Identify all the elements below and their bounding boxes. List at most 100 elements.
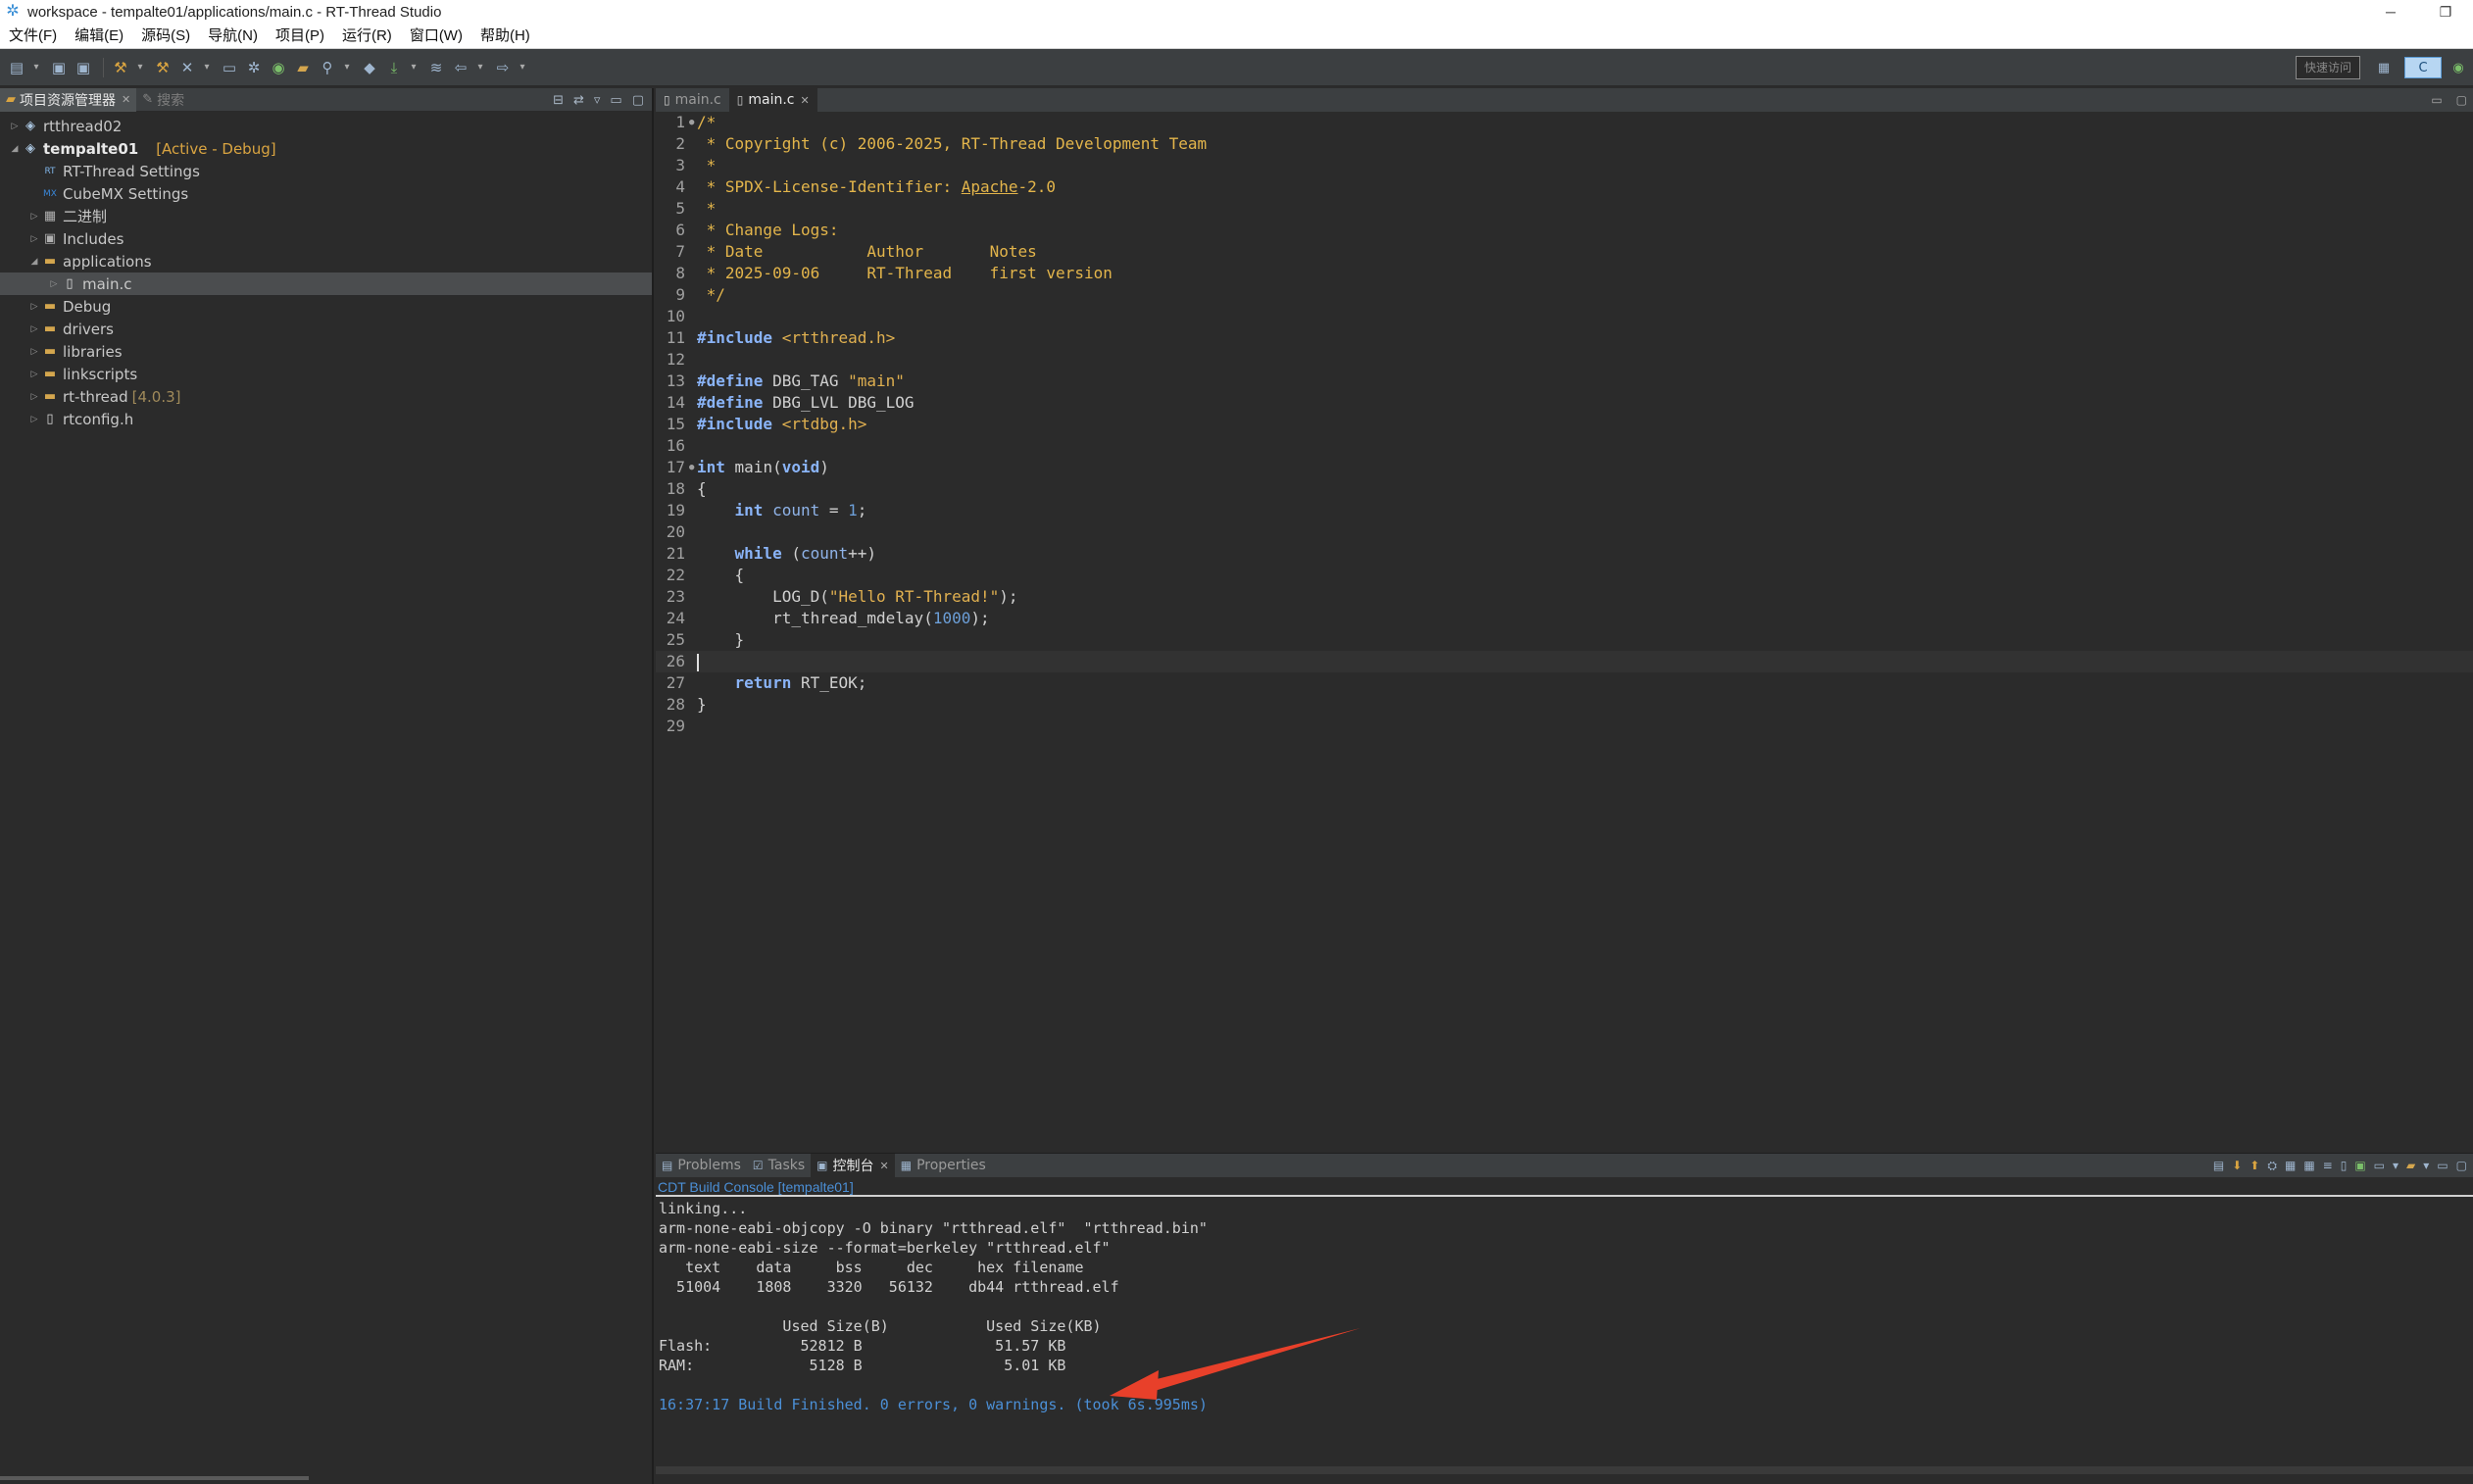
code-line[interactable]: 20: [656, 521, 2473, 543]
code-line[interactable]: 10: [656, 306, 2473, 327]
code-line[interactable]: 19 int count = 1;: [656, 500, 2473, 521]
tree-item[interactable]: ▷ ▣ Includes: [0, 227, 652, 250]
maximize-view-icon[interactable]: ▢: [2456, 93, 2467, 107]
code-line[interactable]: 24 rt_thread_mdelay(1000);: [656, 608, 2473, 629]
twisty-icon[interactable]: ▷: [27, 234, 41, 244]
twisty-icon[interactable]: ◢: [27, 257, 41, 267]
search-icon[interactable]: ⚲: [317, 57, 338, 78]
close-icon[interactable]: ✕: [880, 1160, 889, 1172]
fold-marker-icon[interactable]: ●: [689, 112, 697, 133]
tree-item[interactable]: RT RT-Thread Settings: [0, 160, 652, 182]
previous-error-icon[interactable]: ⬆: [2250, 1159, 2259, 1172]
code-line[interactable]: 22 {: [656, 565, 2473, 586]
tree-item[interactable]: ◢ ▬ applications: [0, 250, 652, 272]
c-perspective-icon[interactable]: C: [2404, 57, 2442, 78]
code-line[interactable]: 23 LOG_D("Hello RT-Thread!");: [656, 586, 2473, 608]
grid-perspective-icon[interactable]: ▦: [2373, 57, 2395, 78]
twisty-icon[interactable]: ▷: [8, 122, 22, 131]
minimize-view-icon[interactable]: ▭: [2437, 1159, 2448, 1172]
tree-item[interactable]: ▷ ◈ rtthread02: [0, 115, 652, 137]
twisty-icon[interactable]: ▷: [27, 370, 41, 379]
menu-item[interactable]: 运行(R): [333, 24, 401, 49]
package-icon[interactable]: ◆: [359, 57, 380, 78]
menu-item[interactable]: 编辑(E): [66, 24, 132, 49]
close-icon[interactable]: ✕: [122, 93, 130, 106]
terminal-icon[interactable]: ▭: [219, 57, 240, 78]
forward-dropdown-icon[interactable]: ▾: [517, 57, 528, 78]
new-icon[interactable]: ▤: [6, 57, 27, 78]
code-line[interactable]: 13 #define DBG_TAG "main": [656, 371, 2473, 392]
tab-properties[interactable]: ▦ Properties: [895, 1154, 992, 1177]
view-menu-icon[interactable]: ▿: [594, 93, 601, 108]
code-line[interactable]: 3 *: [656, 155, 2473, 176]
debug-perspective-icon[interactable]: ◉: [2448, 57, 2469, 78]
twisty-icon[interactable]: ▷: [47, 279, 61, 289]
menu-item[interactable]: 窗口(W): [401, 24, 471, 49]
code-line[interactable]: 8 * 2025-09-06 RT-Thread first version: [656, 263, 2473, 284]
code-line[interactable]: 9 */: [656, 284, 2473, 306]
tree-item[interactable]: ▷ ▦ 二进制: [0, 205, 652, 227]
new-console-dropdown-icon[interactable]: ▾: [2423, 1159, 2429, 1172]
scroll-lock-icon[interactable]: ⛭: [2267, 1159, 2277, 1173]
code-line[interactable]: 4 * SPDX-License-Identifier: Apache-2.0: [656, 176, 2473, 198]
clean-icon[interactable]: ✕: [176, 57, 198, 78]
twisty-icon[interactable]: ▷: [27, 415, 41, 424]
tree-item[interactable]: ▷ ▯ main.c: [0, 272, 652, 295]
code-line[interactable]: 14 #define DBG_LVL DBG_LOG: [656, 392, 2473, 414]
save-icon[interactable]: ▣: [48, 57, 70, 78]
tab-main-c[interactable]: ▯ main.c: [656, 88, 729, 112]
tab-console[interactable]: ▣ 控制台 ✕: [811, 1154, 895, 1177]
open-folder-icon[interactable]: ▰: [292, 57, 314, 78]
display-console-icon[interactable]: ▣: [2354, 1159, 2365, 1172]
debug-bug-icon[interactable]: ◉: [268, 57, 289, 78]
tab-main-c[interactable]: ▯ main.c ✕: [728, 88, 817, 112]
twisty-icon[interactable]: ▷: [27, 347, 41, 357]
forward-arrow-icon[interactable]: ⇨: [492, 57, 514, 78]
tree-item[interactable]: ▷ ▬ libraries: [0, 340, 652, 363]
open-console-icon[interactable]: ▭: [2374, 1159, 2385, 1172]
menu-item[interactable]: 源码(S): [132, 24, 199, 49]
pin-console-icon[interactable]: ▯: [2341, 1159, 2348, 1172]
link-editor-icon[interactable]: ⇄: [573, 93, 584, 108]
tree-item[interactable]: ▷ ▬ Debug: [0, 295, 652, 318]
fold-marker-icon[interactable]: ●: [689, 457, 697, 478]
paste-icon[interactable]: ▦: [2303, 1159, 2314, 1172]
clean-dropdown-icon[interactable]: ▾: [201, 57, 213, 78]
save-all-icon[interactable]: ▣: [73, 57, 94, 78]
minimize-button[interactable]: ─: [2363, 0, 2418, 24]
twisty-icon[interactable]: ▷: [27, 212, 41, 222]
clear-console-icon[interactable]: ▤: [2213, 1159, 2224, 1172]
code-editor[interactable]: 1 ●/* 2 * Copyright (c) 2006-2025, RT-Thre…: [656, 112, 2473, 737]
tab-tasks[interactable]: ☑ Tasks: [747, 1154, 811, 1177]
menu-item[interactable]: 文件(F): [0, 24, 66, 49]
download-dropdown-icon[interactable]: ▾: [408, 57, 420, 78]
next-error-icon[interactable]: ⬇: [2232, 1159, 2242, 1172]
new-console-icon[interactable]: ▰: [2406, 1159, 2415, 1172]
code-line[interactable]: 28}: [656, 694, 2473, 716]
horizontal-scrollbar[interactable]: [0, 1476, 309, 1480]
menu-item[interactable]: 导航(N): [199, 24, 267, 49]
back-arrow-icon[interactable]: ⇦: [450, 57, 471, 78]
tree-item[interactable]: ▷ ▬ rt-thread [4.0.3]: [0, 385, 652, 408]
tab-project-explorer[interactable]: ▰ 项目资源管理器 ✕: [0, 87, 137, 112]
code-line[interactable]: 5 *: [656, 198, 2473, 220]
code-line[interactable]: 17 ● int main(void): [656, 457, 2473, 478]
code-line[interactable]: 29: [656, 716, 2473, 737]
twisty-icon[interactable]: ▷: [27, 392, 41, 402]
tree-item[interactable]: ▷ ▬ linkscripts: [0, 363, 652, 385]
minimize-view-icon[interactable]: ▭: [2431, 93, 2442, 107]
open-console-dropdown-icon[interactable]: ▾: [2393, 1159, 2399, 1172]
search-dropdown-icon[interactable]: ▾: [341, 57, 353, 78]
maximize-view-icon[interactable]: ▢: [2456, 1159, 2467, 1172]
collapse-all-icon[interactable]: ⊟: [553, 93, 564, 108]
download-icon[interactable]: ⤓: [383, 57, 405, 78]
twisty-icon[interactable]: ◢: [8, 144, 22, 154]
word-wrap-icon[interactable]: ≡: [2323, 1159, 2333, 1172]
menu-item[interactable]: 项目(P): [267, 24, 333, 49]
code-line[interactable]: 12: [656, 349, 2473, 371]
code-line[interactable]: 15 #include <rtdbg.h>: [656, 414, 2473, 435]
code-line[interactable]: 21 while (count++): [656, 543, 2473, 565]
code-line[interactable]: 11 #include <rtthread.h>: [656, 327, 2473, 349]
code-line[interactable]: 6 * Change Logs:: [656, 220, 2473, 241]
tab-problems[interactable]: ▤ Problems: [656, 1154, 747, 1177]
